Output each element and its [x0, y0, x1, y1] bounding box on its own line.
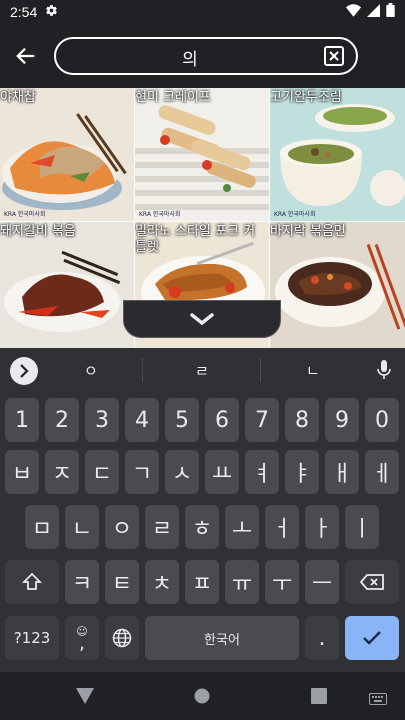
recipe-image [0, 88, 134, 221]
recents-square-icon[interactable] [311, 688, 327, 708]
home-circle-icon[interactable] [194, 688, 210, 708]
suggestion-3[interactable]: ㄴ [306, 360, 320, 381]
search-box [54, 37, 358, 75]
key-mieum[interactable]: ㅁ [25, 505, 59, 549]
chevron-down-icon [190, 313, 214, 326]
key-eo[interactable]: ㅓ [265, 505, 299, 549]
key-5[interactable]: 5 [165, 398, 199, 442]
key-6[interactable]: 6 [205, 398, 239, 442]
keyboard: ㅇ ㄹ ㄴ 1 2 3 4 5 6 7 8 9 0 ㅂ ㅈ ㄷ ㄱ ㅅ ㅛ ㅕ … [0, 348, 405, 672]
key-yo[interactable]: ㅛ [205, 450, 239, 494]
microphone-icon[interactable] [377, 360, 391, 384]
key-chieut[interactable]: ㅊ [145, 560, 179, 604]
key-tieut[interactable]: ㅌ [105, 560, 139, 604]
suggestion-divider [260, 358, 261, 382]
key-4[interactable]: 4 [125, 398, 159, 442]
suggestion-1[interactable]: ㅇ [84, 360, 98, 381]
check-icon [363, 631, 381, 645]
recipe-image [0, 222, 134, 349]
key-digeut[interactable]: ㄷ [85, 450, 119, 494]
key-1[interactable]: 1 [5, 398, 39, 442]
backspace-key[interactable] [345, 560, 399, 604]
recipe-image [270, 222, 405, 349]
clear-search-button[interactable] [324, 46, 344, 66]
period-key[interactable]: . [305, 616, 339, 660]
key-ae[interactable]: ㅐ [325, 450, 359, 494]
suggestion-divider [142, 358, 143, 382]
back-button[interactable] [10, 40, 42, 72]
recipe-title: 바지락 볶음면 [270, 224, 346, 239]
key-8[interactable]: 8 [285, 398, 319, 442]
wifi-icon [346, 3, 361, 21]
back-arrow-icon [16, 47, 35, 65]
recipe-image [135, 88, 269, 221]
key-pieup[interactable]: ㅍ [185, 560, 219, 604]
backspace-icon [360, 574, 384, 590]
kra-logo: KRA 한국마사회 [139, 211, 181, 218]
recipe-tile[interactable]: 고기완두조림 KRA 한국마사회 [270, 88, 405, 221]
key-0[interactable]: 0 [365, 398, 399, 442]
globe-icon [112, 628, 132, 648]
key-ya[interactable]: ㅑ [285, 450, 319, 494]
key-jieut[interactable]: ㅈ [45, 450, 79, 494]
kra-logo: KRA 한국마사회 [4, 211, 46, 218]
navigation-bar [0, 672, 405, 720]
key-o[interactable]: ㅗ [225, 505, 259, 549]
close-icon [329, 51, 339, 61]
suggestion-2[interactable]: ㄹ [195, 360, 209, 381]
status-time: 2:54 [10, 4, 38, 20]
space-key[interactable]: 한국어 [145, 616, 299, 660]
recipe-tile[interactable]: 야채찹 KRA 한국마사회 [0, 88, 134, 221]
recipe-image [270, 88, 405, 221]
back-triangle-icon[interactable] [76, 688, 94, 708]
recipe-tile[interactable]: 현미 크레이프 KRA 한국마사회 [135, 88, 269, 221]
key-ieung[interactable]: ㅇ [105, 505, 139, 549]
shift-key[interactable] [5, 560, 59, 604]
key-3[interactable]: 3 [85, 398, 119, 442]
comma-emoji-key[interactable]: ☺ , [65, 616, 99, 660]
chevron-right-icon [20, 364, 29, 378]
recipe-title: 돼지갈비 볶음 [0, 224, 76, 239]
key-a[interactable]: ㅏ [305, 505, 339, 549]
status-bar: 2:54 [0, 0, 405, 24]
recipe-title: 밀라노 스타일 포크 커틀렛 [135, 224, 256, 255]
recipe-tile[interactable]: 돼지갈비 볶음 [0, 222, 134, 349]
key-giyeok[interactable]: ㄱ [125, 450, 159, 494]
search-toolbar [0, 24, 405, 88]
search-input[interactable] [70, 45, 310, 69]
key-nieun[interactable]: ㄴ [65, 505, 99, 549]
keyboard-menu-button[interactable] [10, 357, 38, 385]
key-yu[interactable]: ㅠ [225, 560, 259, 604]
key-7[interactable]: 7 [245, 398, 279, 442]
recipe-title: 현미 크레이프 [135, 90, 211, 105]
expand-results-button[interactable] [123, 300, 281, 338]
key-2[interactable]: 2 [45, 398, 79, 442]
suggestion-strip: ㅇ ㄹ ㄴ [0, 348, 405, 392]
enter-key[interactable] [345, 616, 399, 660]
key-eu[interactable]: ㅡ [305, 560, 339, 604]
key-yeo[interactable]: ㅕ [245, 450, 279, 494]
comma-label: , [79, 632, 85, 654]
language-key[interactable] [105, 616, 139, 660]
keyboard-switcher-icon[interactable] [369, 690, 387, 709]
kra-logo: KRA 한국마사회 [274, 211, 316, 218]
key-i[interactable]: ㅣ [345, 505, 379, 549]
key-9[interactable]: 9 [325, 398, 359, 442]
settings-gear-icon [45, 4, 58, 21]
recipe-tile[interactable]: 바지락 볶음면 [270, 222, 405, 349]
key-u[interactable]: ㅜ [265, 560, 299, 604]
recipe-title: 야채찹 [0, 90, 36, 105]
signal-icon [367, 3, 380, 21]
key-e[interactable]: ㅔ [365, 450, 399, 494]
key-rieul[interactable]: ㄹ [145, 505, 179, 549]
key-hieut[interactable]: ㅎ [185, 505, 219, 549]
symbols-key[interactable]: ?123 [5, 616, 59, 660]
battery-icon [386, 3, 395, 21]
shift-icon [22, 572, 42, 590]
key-siot[interactable]: ㅅ [165, 450, 199, 494]
key-bieup[interactable]: ㅂ [5, 450, 39, 494]
key-kieuk[interactable]: ㅋ [65, 560, 99, 604]
recipe-title: 고기완두조림 [270, 90, 342, 105]
